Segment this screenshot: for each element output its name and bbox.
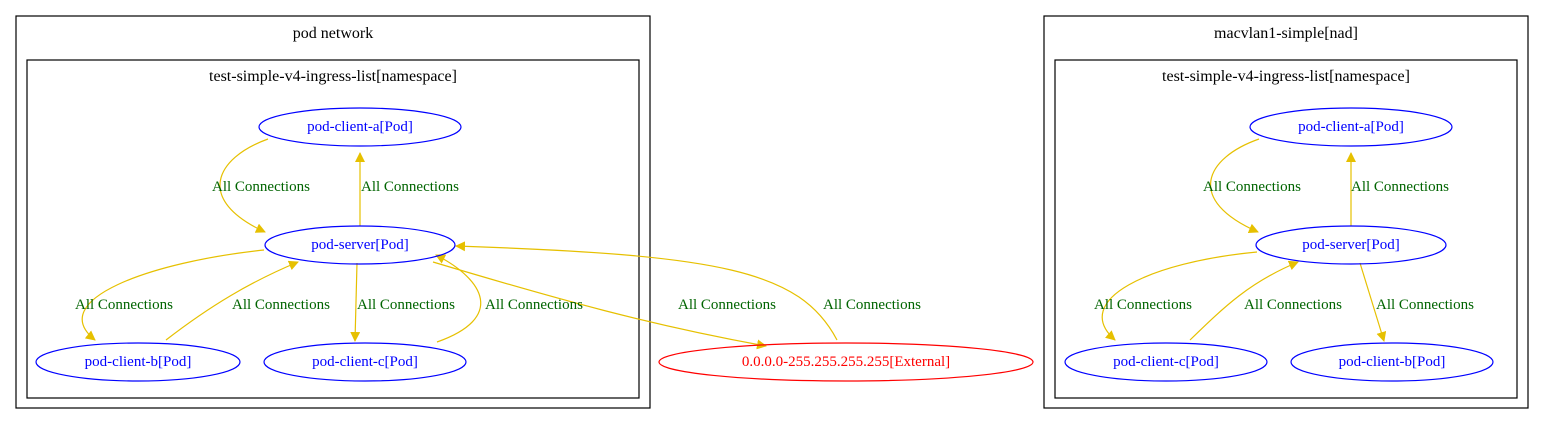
edge-label: All Connections	[485, 297, 583, 313]
svg-text:pod-server[Pod]: pod-server[Pod]	[1302, 237, 1399, 253]
nodes: pod-client-a[Pod] pod-server[Pod] pod-cl…	[35, 107, 1494, 382]
edge-label: All Connections	[1376, 297, 1474, 313]
node-left-pod-client-c[interactable]: pod-client-c[Pod]	[263, 342, 467, 382]
node-left-pod-server[interactable]: pod-server[Pod]	[264, 225, 456, 265]
svg-text:pod-client-b[Pod]: pod-client-b[Pod]	[85, 354, 192, 370]
edge-label: All Connections	[1094, 297, 1192, 313]
edge-label: All Connections	[75, 297, 173, 313]
node-right-pod-server[interactable]: pod-server[Pod]	[1255, 225, 1447, 265]
cluster-title-macvlan: macvlan1-simple[nad]	[1214, 25, 1358, 42]
edge-labels: All Connections All Connections All Conn…	[75, 179, 1474, 313]
svg-text:pod-client-c[Pod]: pod-client-c[Pod]	[1113, 354, 1219, 370]
cluster-title-namespace-left: test-simple-v4-ingress-list[namespace]	[209, 68, 457, 85]
edge-external-to-server[interactable]	[455, 241, 838, 341]
edge-right-server-to-client-c[interactable]	[1101, 251, 1258, 341]
edges	[81, 138, 1387, 350]
edge-label: All Connections	[823, 297, 921, 313]
edge-label: All Connections	[361, 179, 459, 195]
node-left-pod-client-a[interactable]: pod-client-a[Pod]	[258, 107, 462, 147]
node-external[interactable]: 0.0.0.0-255.255.255.255[External]	[658, 342, 1034, 382]
cluster-namespace-left: test-simple-v4-ingress-list[namespace]	[26, 59, 640, 399]
svg-text:pod-client-c[Pod]: pod-client-c[Pod]	[312, 354, 418, 370]
svg-text:pod-client-b[Pod]: pod-client-b[Pod]	[1339, 354, 1446, 370]
edge-left-server-to-client-b[interactable]	[81, 249, 265, 341]
node-right-pod-client-c[interactable]: pod-client-c[Pod]	[1064, 342, 1268, 382]
edge-label: All Connections	[357, 297, 455, 313]
svg-text:pod-client-a[Pod]: pod-client-a[Pod]	[1298, 119, 1404, 135]
edge-label: All Connections	[212, 179, 310, 195]
edge-label: All Connections	[1244, 297, 1342, 313]
edge-label: All Connections	[1203, 179, 1301, 195]
node-right-pod-client-a[interactable]: pod-client-a[Pod]	[1249, 107, 1453, 147]
network-connectivity-graph: pod network test-simple-v4-ingress-list[…	[15, 15, 1529, 409]
node-left-pod-client-b[interactable]: pod-client-b[Pod]	[35, 342, 241, 382]
svg-text:pod-client-a[Pod]: pod-client-a[Pod]	[307, 119, 413, 135]
svg-text:0.0.0.0-255.255.255.255[Extern: 0.0.0.0-255.255.255.255[External]	[742, 354, 950, 370]
cluster-title-pod-network: pod network	[293, 25, 373, 42]
edge-label: All Connections	[1351, 179, 1449, 195]
cluster-title-namespace-right: test-simple-v4-ingress-list[namespace]	[1162, 68, 1410, 85]
edge-label: All Connections	[232, 297, 330, 313]
node-right-pod-client-b[interactable]: pod-client-b[Pod]	[1290, 342, 1494, 382]
cluster-namespace-right: test-simple-v4-ingress-list[namespace]	[1054, 59, 1518, 399]
svg-text:pod-server[Pod]: pod-server[Pod]	[311, 237, 408, 253]
edge-label: All Connections	[678, 297, 776, 313]
